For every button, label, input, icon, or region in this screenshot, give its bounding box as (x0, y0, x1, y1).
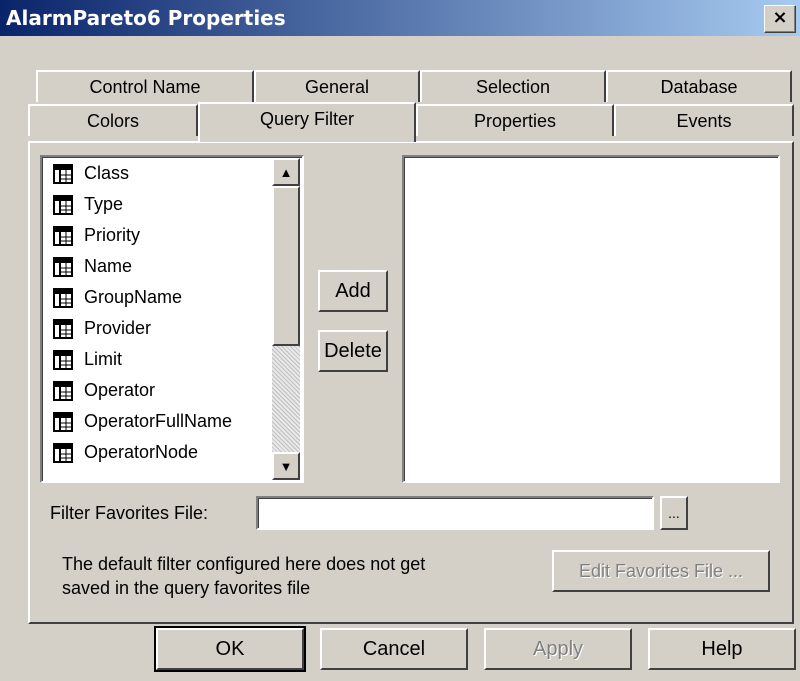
table-grid-icon (52, 380, 74, 402)
table-grid-icon (52, 225, 74, 247)
list-item[interactable]: Provider (52, 313, 151, 344)
filter-favorites-input[interactable] (256, 496, 654, 530)
tab-general[interactable]: General (254, 70, 420, 102)
list-item[interactable]: OperatorFullName (52, 406, 232, 437)
table-grid-icon (52, 349, 74, 371)
field-label: OperatorNode (84, 442, 199, 462)
tab-selection[interactable]: Selection (420, 70, 606, 102)
browse-button[interactable]: ... (660, 496, 688, 530)
table-grid-icon (52, 194, 74, 216)
field-label: OperatorFullName (84, 411, 233, 431)
note-line-1: The default filter configured here does … (62, 554, 426, 574)
down-arrow-icon[interactable]: ▼ (272, 452, 300, 480)
tab-database[interactable]: Database (606, 70, 792, 102)
delete-button[interactable]: Delete (318, 330, 388, 372)
field-label: Provider (84, 318, 152, 338)
selected-fields-list[interactable] (402, 155, 780, 483)
filter-favorites-label: Filter Favorites File: (50, 503, 209, 523)
table-grid-icon (52, 318, 74, 340)
field-label: Type (84, 194, 124, 214)
edit-favorites-button[interactable]: Edit Favorites File ... (552, 550, 770, 592)
list-scrollbar[interactable]: ▲ ▼ (272, 158, 300, 480)
field-label: Priority (84, 225, 141, 245)
close-button[interactable]: × (764, 5, 796, 33)
window-title: AlarmPareto6 Properties (6, 6, 286, 30)
add-button[interactable]: Add (318, 270, 388, 312)
tab-properties[interactable]: Properties (416, 104, 614, 136)
list-item[interactable]: Limit (52, 344, 122, 375)
title-bar: AlarmPareto6 Properties × (0, 0, 800, 36)
tab-colors[interactable]: Colors (28, 104, 198, 136)
list-item[interactable]: GroupName (52, 282, 182, 313)
note-line-2: saved in the query favorites file (62, 578, 311, 598)
field-label: Limit (84, 349, 123, 369)
list-item[interactable]: OperatorNode (52, 437, 198, 468)
apply-button[interactable]: Apply (484, 628, 632, 670)
cancel-button[interactable]: Cancel (320, 628, 468, 670)
table-grid-icon (52, 256, 74, 278)
table-grid-icon (52, 411, 74, 433)
field-label: GroupName (84, 287, 183, 307)
list-item[interactable]: Priority (52, 220, 140, 251)
tab-control-name[interactable]: Control Name (36, 70, 254, 102)
help-button[interactable]: Help (648, 628, 796, 670)
field-list[interactable]: Class Type Priority Name GroupName Provi… (40, 155, 304, 483)
scrollbar-thumb[interactable] (272, 186, 300, 346)
field-label: Operator (84, 380, 156, 400)
table-grid-icon (52, 287, 74, 309)
table-grid-icon (52, 163, 74, 185)
table-grid-icon (52, 442, 74, 464)
tab-query-filter[interactable]: Query Filter (198, 102, 416, 142)
tab-events[interactable]: Events (614, 104, 794, 136)
up-arrow-icon[interactable]: ▲ (272, 158, 300, 186)
ok-button[interactable]: OK (154, 626, 306, 672)
list-item[interactable]: Name (52, 251, 132, 282)
list-item[interactable]: Operator (52, 375, 155, 406)
field-label: Name (84, 256, 133, 276)
field-label: Class (84, 163, 130, 183)
list-item[interactable]: Type (52, 189, 123, 220)
list-item[interactable]: Class (52, 158, 129, 189)
